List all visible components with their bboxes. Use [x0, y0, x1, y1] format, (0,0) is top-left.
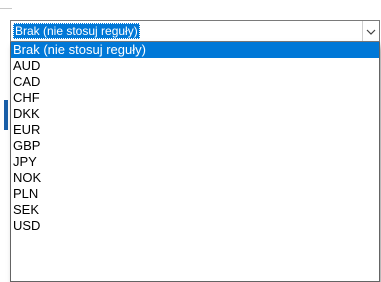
dropdown-option[interactable]: CAD	[11, 74, 379, 90]
dropdown-option[interactable]: JPY	[11, 154, 379, 170]
background-divider	[0, 8, 12, 9]
dropdown-option[interactable]: PLN	[11, 186, 379, 202]
dropdown-option[interactable]: EUR	[11, 122, 379, 138]
dropdown-option[interactable]: DKK	[11, 106, 379, 122]
background-marker	[4, 100, 8, 130]
chevron-down-icon	[366, 22, 376, 40]
dropdown-option[interactable]: CHF	[11, 90, 379, 106]
currency-combobox[interactable]: Brak (nie stosuj reguły)	[10, 20, 380, 42]
dropdown-option[interactable]: GBP	[11, 138, 379, 154]
dropdown-button[interactable]	[362, 21, 379, 41]
dropdown-option[interactable]: USD	[11, 218, 379, 234]
combobox-value[interactable]: Brak (nie stosuj reguły)	[13, 23, 140, 39]
dropdown-option[interactable]: NOK	[11, 170, 379, 186]
dropdown-list[interactable]: Brak (nie stosuj reguły) AUD CAD CHF DKK EUR G…	[10, 42, 380, 282]
dropdown-option[interactable]: SEK	[11, 202, 379, 218]
dropdown-option[interactable]: AUD	[11, 58, 379, 74]
dropdown-option[interactable]: Brak (nie stosuj reguły)	[11, 42, 379, 58]
